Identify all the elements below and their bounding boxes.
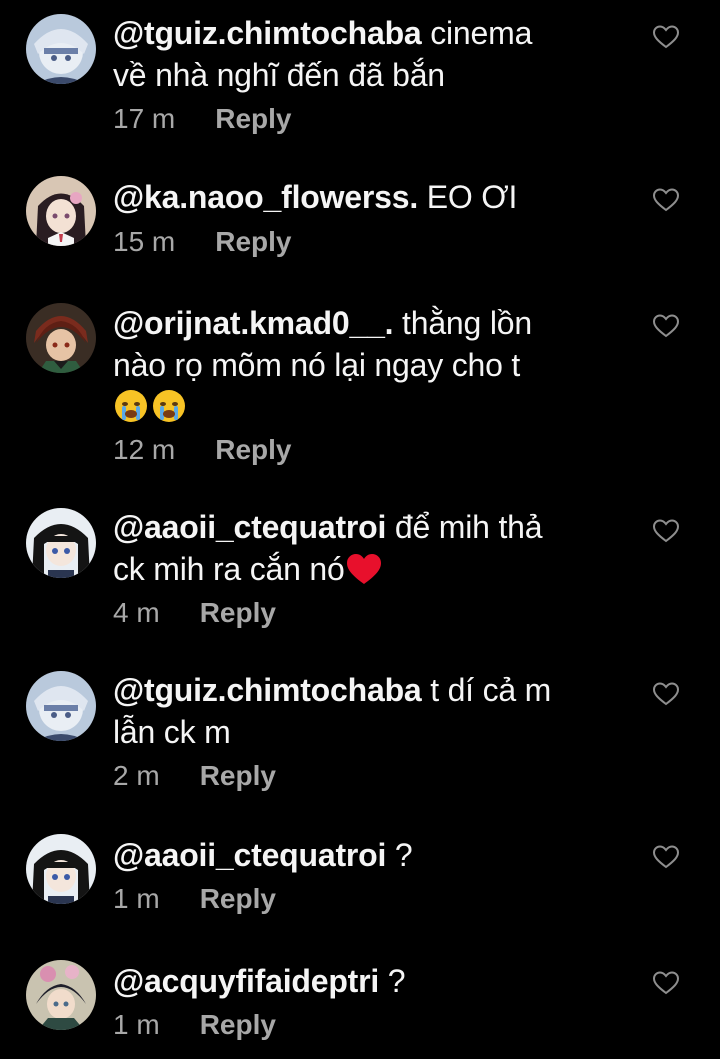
comment-meta: 4 m Reply	[113, 596, 276, 630]
heart-outline-icon[interactable]	[652, 24, 680, 50]
heart-outline-icon[interactable]	[652, 970, 680, 996]
reply-button[interactable]: Reply	[215, 103, 291, 134]
comment-body: lẫn ck m	[113, 714, 231, 750]
reply-button[interactable]: Reply	[200, 760, 276, 791]
red-heart-emoji	[346, 554, 381, 584]
comment-body: ?	[379, 963, 406, 999]
comment-text: @ka.naoo_flowerss. EO ƠI	[113, 176, 633, 218]
reply-button[interactable]: Reply	[215, 434, 291, 465]
comment-time: 12 m	[113, 434, 176, 465]
reply-button[interactable]: Reply	[200, 1009, 276, 1040]
comment-username[interactable]: @ka.naoo_flowerss.	[113, 179, 418, 215]
comment-text: @acquyfifaideptri ?	[113, 960, 633, 1002]
comment-meta: 17 m Reply	[113, 102, 292, 136]
comment-body: để mih thả	[386, 509, 543, 545]
heart-outline-icon[interactable]	[652, 313, 680, 339]
comment-text: @tguiz.chimtochaba cinema về nhà nghĩ đế…	[113, 12, 633, 96]
comment-meta: 15 m Reply	[113, 225, 292, 259]
avatar[interactable]	[26, 960, 96, 1030]
comment-body: nào rọ mõm nó lại ngay cho t	[113, 347, 521, 383]
comment-body: ck mih ra cắn nó	[113, 551, 345, 587]
comment-username[interactable]: @tguiz.chimtochaba	[113, 15, 422, 51]
avatar[interactable]	[26, 303, 96, 373]
heart-outline-icon[interactable]	[652, 844, 680, 870]
comment-time: 17 m	[113, 103, 176, 134]
comment-username[interactable]: @aaoii_ctequatroi	[113, 509, 386, 545]
comment-body: thằng lồn	[393, 305, 532, 341]
comment-time: 15 m	[113, 226, 176, 257]
comment-username[interactable]: @aaoii_ctequatroi	[113, 837, 386, 873]
heart-outline-icon[interactable]	[652, 681, 680, 707]
comment-meta: 12 m Reply	[113, 433, 292, 467]
comment-text: @aaoii_ctequatroi để mih thả ck mih ra c…	[113, 506, 633, 590]
comment-time: 1 m	[113, 1009, 160, 1040]
reply-button[interactable]: Reply	[200, 883, 276, 914]
comment-body: ?	[386, 837, 413, 873]
reply-button[interactable]: Reply	[215, 226, 291, 257]
comment-username[interactable]: @acquyfifaideptri	[113, 963, 379, 999]
comment-text: @orijnat.kmad0__. thằng lồn nào rọ mõm n…	[113, 302, 633, 428]
crying-face-emoji	[113, 389, 189, 425]
comment-username[interactable]: @tguiz.chimtochaba	[113, 672, 422, 708]
reply-button[interactable]: Reply	[200, 597, 276, 628]
avatar[interactable]	[26, 176, 96, 246]
avatar[interactable]	[26, 671, 96, 741]
comment-meta: 1 m Reply	[113, 882, 276, 916]
comment-body: về nhà nghĩ đến đã bắn	[113, 57, 445, 93]
comment-text: @aaoii_ctequatroi ?	[113, 834, 633, 876]
heart-outline-icon[interactable]	[652, 518, 680, 544]
comment-meta: 2 m Reply	[113, 759, 276, 793]
comment-body: cinema	[421, 15, 533, 51]
comment-time: 1 m	[113, 883, 160, 914]
comment-meta: 1 m Reply	[113, 1008, 276, 1042]
avatar[interactable]	[26, 14, 96, 84]
comments-screen: { "comments": [ {"user": "@tguiz.chimtoc…	[0, 0, 720, 1059]
avatar[interactable]	[26, 508, 96, 578]
comment-username[interactable]: @orijnat.kmad0__.	[113, 305, 394, 341]
comment-time: 4 m	[113, 597, 160, 628]
avatar[interactable]	[26, 834, 96, 904]
comment-time: 2 m	[113, 760, 160, 791]
comment-body: t dí cả m	[421, 672, 552, 708]
comment-body: EO ƠI	[418, 179, 518, 215]
comment-text: @tguiz.chimtochaba t dí cả m lẫn ck m	[113, 669, 633, 753]
heart-outline-icon[interactable]	[652, 187, 680, 213]
